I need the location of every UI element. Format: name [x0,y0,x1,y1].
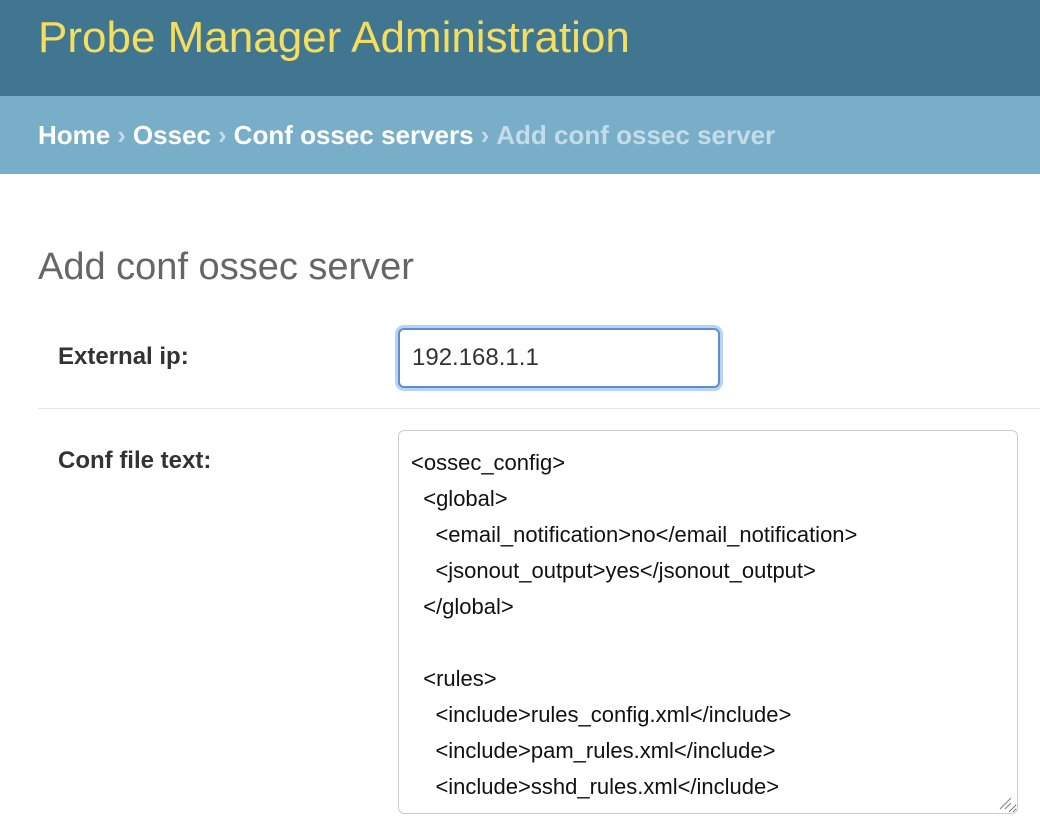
breadcrumb-separator: › [480,119,490,150]
breadcrumb-current: Add conf ossec server [496,119,776,150]
form-row-divider [38,408,1040,409]
site-title[interactable]: Probe Manager Administration [38,10,630,66]
conf-file-text-textarea[interactable]: <ossec_config> <global> <email_notificat… [398,430,1018,814]
breadcrumb-ossec-link[interactable]: Ossec [133,120,211,151]
external-ip-label: External ip: [58,343,189,370]
breadcrumb: Home › Ossec › Conf ossec servers › Add … [0,96,1040,174]
external-ip-input[interactable] [398,328,720,388]
breadcrumb-separator: › [218,119,227,150]
header-bar: Probe Manager Administration [0,0,1040,96]
breadcrumb-home-link[interactable]: Home [38,120,110,151]
breadcrumb-separator: › [117,119,126,150]
page-title: Add conf ossec server [38,246,414,289]
conf-file-text-label: Conf file text: [58,447,212,474]
breadcrumb-conf-ossec-servers-link[interactable]: Conf ossec servers [234,120,474,151]
